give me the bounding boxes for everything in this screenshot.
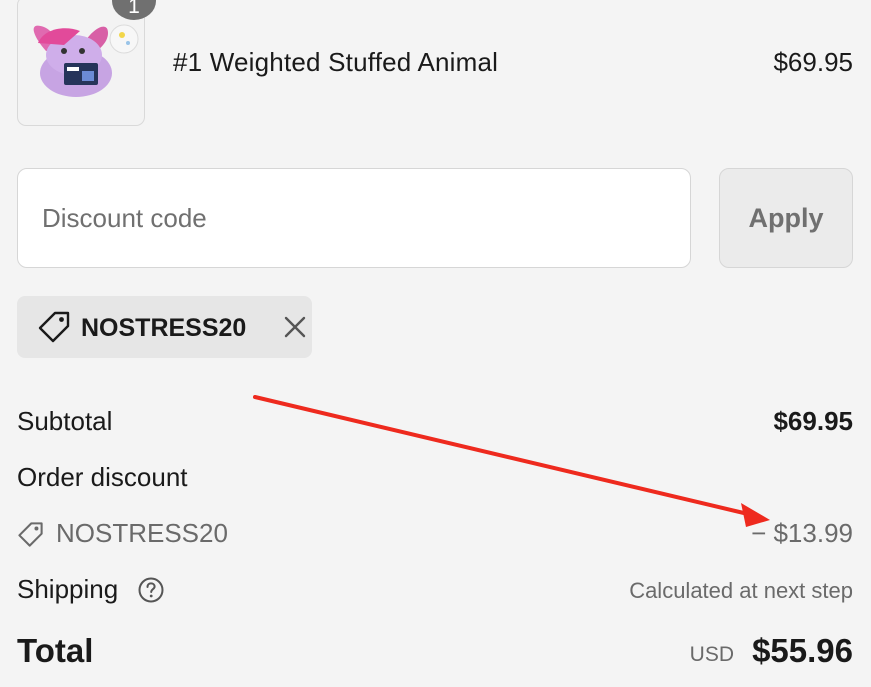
tag-icon [38,311,70,343]
tag-icon [18,522,43,547]
subtotal-label: Subtotal [17,406,113,436]
subtotal-value: $69.95 [773,406,853,436]
applied-discount-chip: NOSTRESS20 [17,296,312,358]
applied-code-label: NOSTRESS20 [81,314,247,342]
total-currency: USD [689,643,734,666]
shipping-label: Shipping [17,574,119,604]
discount-code-input[interactable] [17,168,691,268]
question-circle-icon[interactable] [137,576,165,604]
order-summary: 1 #1 Weighted Stuffed Animal $69.95 Appl… [0,0,871,687]
apply-discount-button[interactable]: Apply [719,168,853,268]
order-discount-label: Order discount [17,462,188,492]
discount-code-text: NOSTRESS20 [56,518,228,548]
product-price: $69.95 [773,47,853,77]
product-name: #1 Weighted Stuffed Animal [173,47,499,77]
close-icon[interactable] [281,313,309,341]
total-label: Total [17,632,94,669]
discount-amount: − $13.99 [751,518,853,548]
total-value: $55.96 [752,632,853,669]
shipping-value: Calculated at next step [629,578,853,603]
plush-bunny-image [33,24,139,97]
